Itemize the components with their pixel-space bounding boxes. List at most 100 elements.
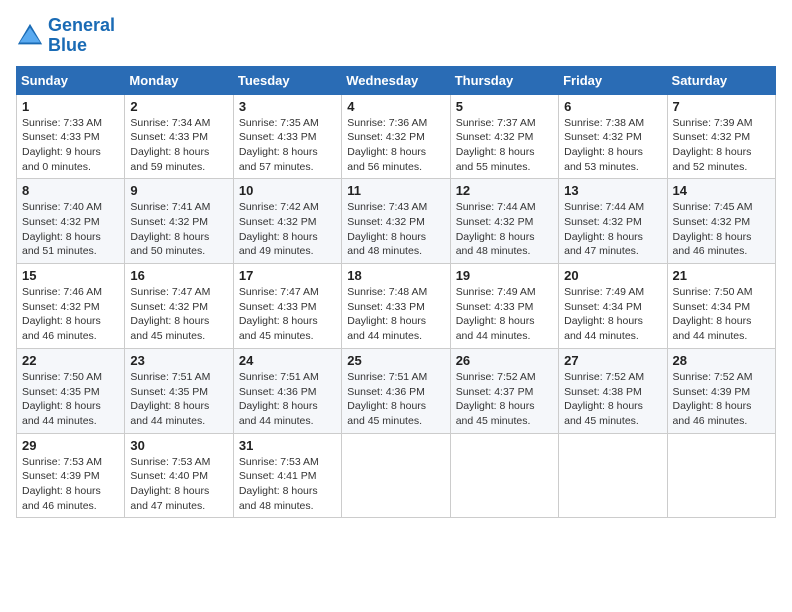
calendar-cell: 13 Sunrise: 7:44 AMSunset: 4:32 PMDaylig… xyxy=(559,179,667,264)
cell-info: Sunrise: 7:51 AMSunset: 4:36 PMDaylight:… xyxy=(239,371,319,427)
calendar-cell: 10 Sunrise: 7:42 AMSunset: 4:32 PMDaylig… xyxy=(233,179,341,264)
calendar-cell: 7 Sunrise: 7:39 AMSunset: 4:32 PMDayligh… xyxy=(667,94,775,179)
calendar-cell: 31 Sunrise: 7:53 AMSunset: 4:41 PMDaylig… xyxy=(233,433,341,518)
day-number: 30 xyxy=(130,438,227,453)
calendar-cell: 6 Sunrise: 7:38 AMSunset: 4:32 PMDayligh… xyxy=(559,94,667,179)
cell-info: Sunrise: 7:51 AMSunset: 4:36 PMDaylight:… xyxy=(347,371,427,427)
calendar-cell: 22 Sunrise: 7:50 AMSunset: 4:35 PMDaylig… xyxy=(17,348,125,433)
cell-info: Sunrise: 7:38 AMSunset: 4:32 PMDaylight:… xyxy=(564,117,644,173)
cell-info: Sunrise: 7:44 AMSunset: 4:32 PMDaylight:… xyxy=(456,201,536,257)
cell-info: Sunrise: 7:37 AMSunset: 4:32 PMDaylight:… xyxy=(456,117,536,173)
calendar-week-4: 22 Sunrise: 7:50 AMSunset: 4:35 PMDaylig… xyxy=(17,348,776,433)
calendar-cell: 28 Sunrise: 7:52 AMSunset: 4:39 PMDaylig… xyxy=(667,348,775,433)
day-number: 27 xyxy=(564,353,661,368)
calendar-cell: 21 Sunrise: 7:50 AMSunset: 4:34 PMDaylig… xyxy=(667,264,775,349)
day-number: 17 xyxy=(239,268,336,283)
day-number: 2 xyxy=(130,99,227,114)
cell-info: Sunrise: 7:34 AMSunset: 4:33 PMDaylight:… xyxy=(130,117,210,173)
day-number: 22 xyxy=(22,353,119,368)
cell-info: Sunrise: 7:43 AMSunset: 4:32 PMDaylight:… xyxy=(347,201,427,257)
cell-info: Sunrise: 7:53 AMSunset: 4:40 PMDaylight:… xyxy=(130,456,210,512)
cell-info: Sunrise: 7:40 AMSunset: 4:32 PMDaylight:… xyxy=(22,201,102,257)
calendar-cell: 4 Sunrise: 7:36 AMSunset: 4:32 PMDayligh… xyxy=(342,94,450,179)
calendar-cell: 15 Sunrise: 7:46 AMSunset: 4:32 PMDaylig… xyxy=(17,264,125,349)
day-number: 12 xyxy=(456,183,553,198)
page-header: General Blue xyxy=(16,16,776,56)
calendar-week-2: 8 Sunrise: 7:40 AMSunset: 4:32 PMDayligh… xyxy=(17,179,776,264)
day-number: 29 xyxy=(22,438,119,453)
day-number: 26 xyxy=(456,353,553,368)
day-number: 16 xyxy=(130,268,227,283)
cell-info: Sunrise: 7:53 AMSunset: 4:39 PMDaylight:… xyxy=(22,456,102,512)
weekday-header-tuesday: Tuesday xyxy=(233,66,341,94)
calendar-cell: 14 Sunrise: 7:45 AMSunset: 4:32 PMDaylig… xyxy=(667,179,775,264)
calendar-cell xyxy=(450,433,558,518)
calendar: SundayMondayTuesdayWednesdayThursdayFrid… xyxy=(16,66,776,519)
calendar-cell xyxy=(667,433,775,518)
calendar-cell: 30 Sunrise: 7:53 AMSunset: 4:40 PMDaylig… xyxy=(125,433,233,518)
cell-info: Sunrise: 7:39 AMSunset: 4:32 PMDaylight:… xyxy=(673,117,753,173)
calendar-cell: 23 Sunrise: 7:51 AMSunset: 4:35 PMDaylig… xyxy=(125,348,233,433)
day-number: 7 xyxy=(673,99,770,114)
cell-info: Sunrise: 7:46 AMSunset: 4:32 PMDaylight:… xyxy=(22,286,102,342)
calendar-cell: 24 Sunrise: 7:51 AMSunset: 4:36 PMDaylig… xyxy=(233,348,341,433)
cell-info: Sunrise: 7:52 AMSunset: 4:38 PMDaylight:… xyxy=(564,371,644,427)
day-number: 15 xyxy=(22,268,119,283)
cell-info: Sunrise: 7:48 AMSunset: 4:33 PMDaylight:… xyxy=(347,286,427,342)
cell-info: Sunrise: 7:45 AMSunset: 4:32 PMDaylight:… xyxy=(673,201,753,257)
cell-info: Sunrise: 7:49 AMSunset: 4:34 PMDaylight:… xyxy=(564,286,644,342)
day-number: 5 xyxy=(456,99,553,114)
day-number: 28 xyxy=(673,353,770,368)
cell-info: Sunrise: 7:42 AMSunset: 4:32 PMDaylight:… xyxy=(239,201,319,257)
day-number: 24 xyxy=(239,353,336,368)
calendar-cell: 11 Sunrise: 7:43 AMSunset: 4:32 PMDaylig… xyxy=(342,179,450,264)
weekday-header-friday: Friday xyxy=(559,66,667,94)
day-number: 1 xyxy=(22,99,119,114)
calendar-cell: 29 Sunrise: 7:53 AMSunset: 4:39 PMDaylig… xyxy=(17,433,125,518)
cell-info: Sunrise: 7:53 AMSunset: 4:41 PMDaylight:… xyxy=(239,456,319,512)
calendar-week-1: 1 Sunrise: 7:33 AMSunset: 4:33 PMDayligh… xyxy=(17,94,776,179)
day-number: 14 xyxy=(673,183,770,198)
calendar-cell: 18 Sunrise: 7:48 AMSunset: 4:33 PMDaylig… xyxy=(342,264,450,349)
cell-info: Sunrise: 7:50 AMSunset: 4:35 PMDaylight:… xyxy=(22,371,102,427)
calendar-cell: 5 Sunrise: 7:37 AMSunset: 4:32 PMDayligh… xyxy=(450,94,558,179)
cell-info: Sunrise: 7:52 AMSunset: 4:37 PMDaylight:… xyxy=(456,371,536,427)
calendar-cell: 9 Sunrise: 7:41 AMSunset: 4:32 PMDayligh… xyxy=(125,179,233,264)
day-number: 20 xyxy=(564,268,661,283)
cell-info: Sunrise: 7:52 AMSunset: 4:39 PMDaylight:… xyxy=(673,371,753,427)
day-number: 4 xyxy=(347,99,444,114)
day-number: 8 xyxy=(22,183,119,198)
calendar-cell: 16 Sunrise: 7:47 AMSunset: 4:32 PMDaylig… xyxy=(125,264,233,349)
day-number: 23 xyxy=(130,353,227,368)
calendar-week-5: 29 Sunrise: 7:53 AMSunset: 4:39 PMDaylig… xyxy=(17,433,776,518)
cell-info: Sunrise: 7:47 AMSunset: 4:32 PMDaylight:… xyxy=(130,286,210,342)
day-number: 31 xyxy=(239,438,336,453)
logo-icon xyxy=(16,22,44,50)
calendar-cell: 17 Sunrise: 7:47 AMSunset: 4:33 PMDaylig… xyxy=(233,264,341,349)
calendar-cell: 12 Sunrise: 7:44 AMSunset: 4:32 PMDaylig… xyxy=(450,179,558,264)
day-number: 11 xyxy=(347,183,444,198)
calendar-cell: 3 Sunrise: 7:35 AMSunset: 4:33 PMDayligh… xyxy=(233,94,341,179)
cell-info: Sunrise: 7:50 AMSunset: 4:34 PMDaylight:… xyxy=(673,286,753,342)
logo-text: General Blue xyxy=(48,16,115,56)
day-number: 10 xyxy=(239,183,336,198)
calendar-cell xyxy=(342,433,450,518)
weekday-header-saturday: Saturday xyxy=(667,66,775,94)
calendar-cell: 26 Sunrise: 7:52 AMSunset: 4:37 PMDaylig… xyxy=(450,348,558,433)
cell-info: Sunrise: 7:36 AMSunset: 4:32 PMDaylight:… xyxy=(347,117,427,173)
day-number: 3 xyxy=(239,99,336,114)
cell-info: Sunrise: 7:49 AMSunset: 4:33 PMDaylight:… xyxy=(456,286,536,342)
cell-info: Sunrise: 7:35 AMSunset: 4:33 PMDaylight:… xyxy=(239,117,319,173)
calendar-cell: 8 Sunrise: 7:40 AMSunset: 4:32 PMDayligh… xyxy=(17,179,125,264)
weekday-header-wednesday: Wednesday xyxy=(342,66,450,94)
day-number: 18 xyxy=(347,268,444,283)
calendar-cell: 1 Sunrise: 7:33 AMSunset: 4:33 PMDayligh… xyxy=(17,94,125,179)
day-number: 9 xyxy=(130,183,227,198)
day-number: 19 xyxy=(456,268,553,283)
cell-info: Sunrise: 7:51 AMSunset: 4:35 PMDaylight:… xyxy=(130,371,210,427)
calendar-cell xyxy=(559,433,667,518)
day-number: 25 xyxy=(347,353,444,368)
calendar-cell: 27 Sunrise: 7:52 AMSunset: 4:38 PMDaylig… xyxy=(559,348,667,433)
calendar-cell: 20 Sunrise: 7:49 AMSunset: 4:34 PMDaylig… xyxy=(559,264,667,349)
weekday-header-thursday: Thursday xyxy=(450,66,558,94)
